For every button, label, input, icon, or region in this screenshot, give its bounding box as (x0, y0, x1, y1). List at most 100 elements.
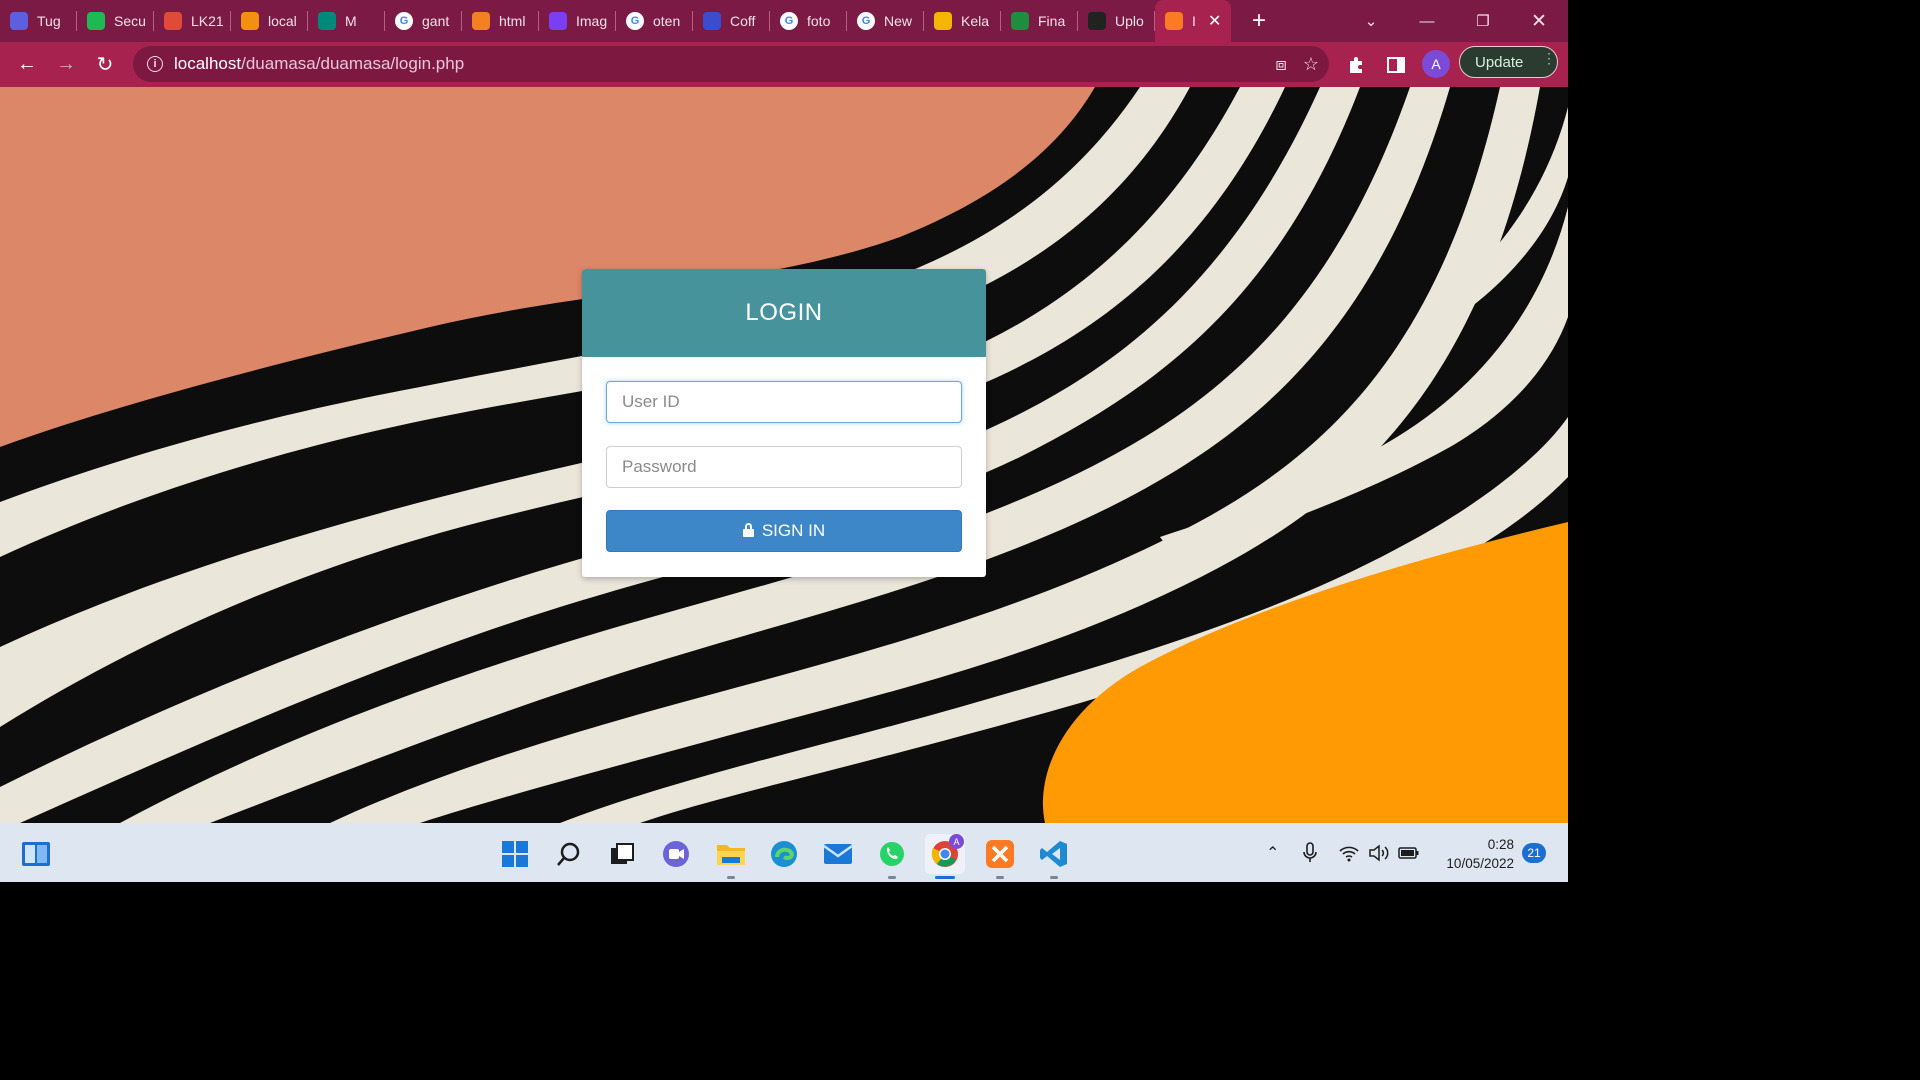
chat-icon[interactable] (656, 834, 696, 874)
stackoverflow-icon (472, 12, 490, 30)
address-bar[interactable]: i localhost/duamasa/duamasa/login.php ⧈ … (133, 46, 1329, 82)
profile-avatar[interactable]: A (1422, 50, 1450, 78)
clock-time: 0:28 (1487, 837, 1514, 852)
meet-icon (318, 12, 336, 30)
site-info-icon[interactable]: i (147, 56, 163, 72)
reload-icon[interactable]: ↻ (86, 45, 124, 83)
phpmyadmin-icon (241, 12, 259, 30)
browser-tab[interactable]: Uplo (1078, 0, 1155, 42)
tab-search-icon[interactable]: ⌄ (1348, 0, 1394, 42)
tab-title: Secu (114, 13, 146, 29)
tab-title: Uplo (1115, 13, 1144, 29)
notification-badge[interactable]: 21 (1522, 843, 1546, 863)
upwork-icon (703, 12, 721, 30)
xampp-icon[interactable] (980, 834, 1020, 879)
classroom-icon (1011, 12, 1029, 30)
lock-icon (742, 523, 754, 537)
tab-title: local (268, 13, 297, 29)
close-window-icon[interactable]: ✕ (1516, 0, 1562, 42)
new-tab-button[interactable]: + (1239, 0, 1279, 42)
browser-tab[interactable]: Gfoto (770, 0, 847, 42)
sign-in-label: SIGN IN (761, 521, 826, 540)
spotify-icon (87, 12, 105, 30)
tab-title: Kela (961, 13, 990, 29)
browser-tab[interactable]: Goten (616, 0, 693, 42)
update-button[interactable]: Update ⋮ (1459, 46, 1558, 78)
google-icon: G (780, 12, 798, 30)
password-input[interactable] (606, 446, 962, 488)
list-icon (10, 12, 28, 30)
tab-title: gant (422, 13, 450, 29)
tab-title: M (345, 13, 357, 29)
side-panel-icon[interactable] (1386, 42, 1406, 87)
film-icon (164, 12, 182, 30)
browser-tab[interactable]: Ggant (385, 0, 462, 42)
share-icon[interactable]: ⧈ (1275, 54, 1286, 75)
tab-title: LK21 (191, 13, 224, 29)
tab-title: Imag (576, 13, 608, 29)
widgets-icon[interactable] (16, 834, 56, 874)
browser-tab[interactable]: Secu (77, 0, 154, 42)
whatsapp-icon[interactable] (872, 834, 912, 879)
close-tab-icon[interactable]: ✕ (1208, 11, 1221, 31)
page-content: LOGIN SIGN IN (0, 87, 1568, 823)
mail-icon[interactable] (818, 834, 858, 874)
microphone-icon[interactable] (1302, 823, 1318, 882)
browser-tab[interactable]: Tug (0, 0, 77, 42)
browser-tab[interactable]: G New (847, 0, 924, 42)
clock-date: 10/05/2022 (1446, 856, 1514, 871)
bookmark-star-icon[interactable]: ☆ (1303, 54, 1319, 75)
update-label: Update (1475, 53, 1524, 71)
browser-toolbar: ← → ↻ i localhost/duamasa/duamasa/login.… (0, 42, 1568, 87)
browser-tab[interactable]: M (308, 0, 385, 42)
chrome-icon[interactable]: A (925, 834, 965, 879)
restore-icon[interactable]: ❐ (1460, 0, 1506, 42)
browser-tab[interactable]: Fina (1001, 0, 1078, 42)
url-path: /duamasa/duamasa/login.php (241, 54, 465, 73)
browser-tab[interactable]: Coff (693, 0, 770, 42)
bootstrap-icon (549, 12, 567, 30)
forward-icon[interactable]: → (47, 45, 85, 83)
battery-icon[interactable] (1398, 823, 1420, 882)
back-icon[interactable]: ← (8, 45, 46, 83)
login-card: LOGIN SIGN IN (582, 269, 986, 577)
browser-tab[interactable]: Kela (924, 0, 1001, 42)
xampp-icon (1165, 12, 1183, 30)
browser-tab[interactable]: html (462, 0, 539, 42)
browser-tab[interactable]: LK21 (154, 0, 231, 42)
chrome-profile-badge: A (949, 834, 964, 849)
volume-icon[interactable] (1368, 823, 1390, 882)
classroom-icon (934, 12, 952, 30)
more-menu-icon[interactable]: ⋮ (1542, 51, 1556, 65)
tab-title: oten (653, 13, 681, 29)
tab-title: Coff (730, 13, 756, 29)
browser-tab[interactable]: local (231, 0, 308, 42)
tab-title: Fina (1038, 13, 1066, 29)
task-view-icon[interactable] (602, 834, 642, 874)
taskbar: A ⌃ 0:28 10/05/2022 21 (0, 823, 1568, 882)
user-id-input[interactable] (606, 381, 962, 423)
chrome-icon: G (857, 12, 875, 30)
tab-title: I (1192, 13, 1196, 29)
search-icon[interactable] (549, 834, 589, 874)
browser-tab[interactable]: Imag (539, 0, 616, 42)
vscode-icon[interactable] (1034, 834, 1074, 879)
github-icon (1088, 12, 1106, 30)
tab-title: Tug (37, 13, 61, 29)
start-icon[interactable] (495, 834, 535, 874)
url-text[interactable]: localhost/duamasa/duamasa/login.php (174, 54, 464, 74)
login-title: LOGIN (582, 269, 986, 357)
wifi-icon[interactable] (1339, 823, 1359, 882)
show-hidden-icons[interactable]: ⌃ (1266, 823, 1279, 882)
sign-in-button[interactable]: SIGN IN (606, 510, 962, 552)
edge-icon[interactable] (764, 834, 804, 874)
system-clock[interactable]: 0:28 10/05/2022 (1430, 835, 1514, 873)
tab-title: html (499, 13, 526, 29)
file-explorer-icon[interactable] (711, 834, 751, 879)
tab-title: New (884, 13, 913, 29)
minimize-icon[interactable]: — (1404, 0, 1450, 42)
browser-tab[interactable]: I ✕ (1155, 0, 1231, 42)
tab-strip: Tug Secu LK21 local M Ggant html Imag Goten Coff G… (0, 0, 1568, 42)
tab-title: foto (807, 13, 831, 29)
extensions-icon[interactable] (1346, 42, 1366, 87)
